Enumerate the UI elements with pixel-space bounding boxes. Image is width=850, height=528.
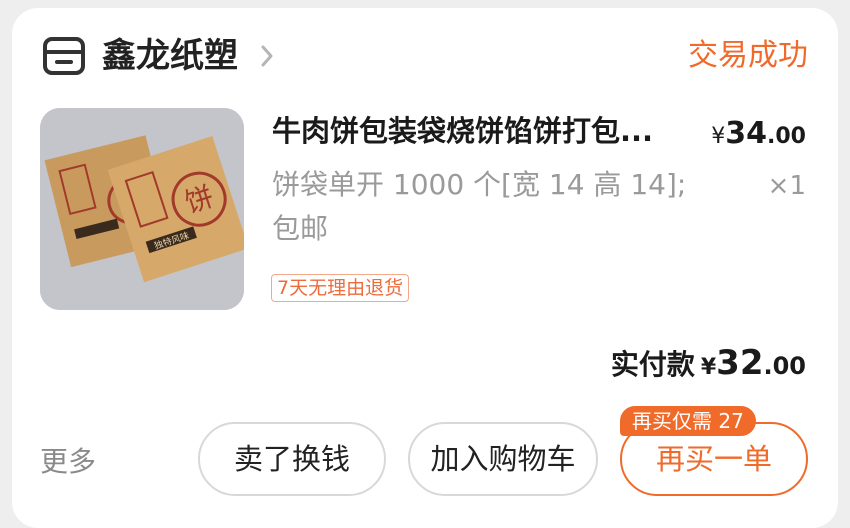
rebuy-price-tag: 再买仅需 27 <box>620 406 756 436</box>
price-integer: 34 <box>725 116 768 151</box>
unit-price: ¥34.00 <box>711 114 806 158</box>
paid-decimal: .00 <box>763 352 806 380</box>
product-image-art: 饼 独特风味 <box>40 108 244 310</box>
paid-label: 实付款 <box>610 348 695 381</box>
product-title[interactable]: 牛肉饼包装袋烧饼馅饼打包... <box>272 111 702 151</box>
order-card: 鑫龙纸塑 交易成功 饼 独特风味 牛肉饼包装袋烧饼馅饼打包... ¥34.00 … <box>12 8 838 528</box>
order-header[interactable]: 鑫龙纸塑 交易成功 <box>12 8 838 104</box>
paid-amount: 实付款 ¥32.00 <box>611 341 806 391</box>
sell-button[interactable]: 卖了换钱 <box>198 422 386 496</box>
order-status: 交易成功 <box>688 38 808 73</box>
quantity: ×1 <box>767 171 806 201</box>
add-to-cart-button[interactable]: 加入购物车 <box>408 422 598 496</box>
price-decimal: .00 <box>767 124 806 149</box>
store-icon <box>43 37 85 75</box>
paid-currency: ¥ <box>700 355 717 380</box>
product-spec: 饼袋单开 1000 个[宽 14 高 14]; 包邮 <box>272 168 687 245</box>
return-policy-badge: 7天无理由退货 <box>271 274 410 302</box>
paid-integer: 32 <box>716 343 764 383</box>
store-name[interactable]: 鑫龙纸塑 <box>102 34 238 78</box>
price-currency: ¥ <box>711 124 726 149</box>
chevron-right-icon[interactable] <box>258 42 276 70</box>
product-image[interactable]: 饼 独特风味 <box>40 108 244 310</box>
more-button[interactable]: 更多 <box>40 442 96 482</box>
